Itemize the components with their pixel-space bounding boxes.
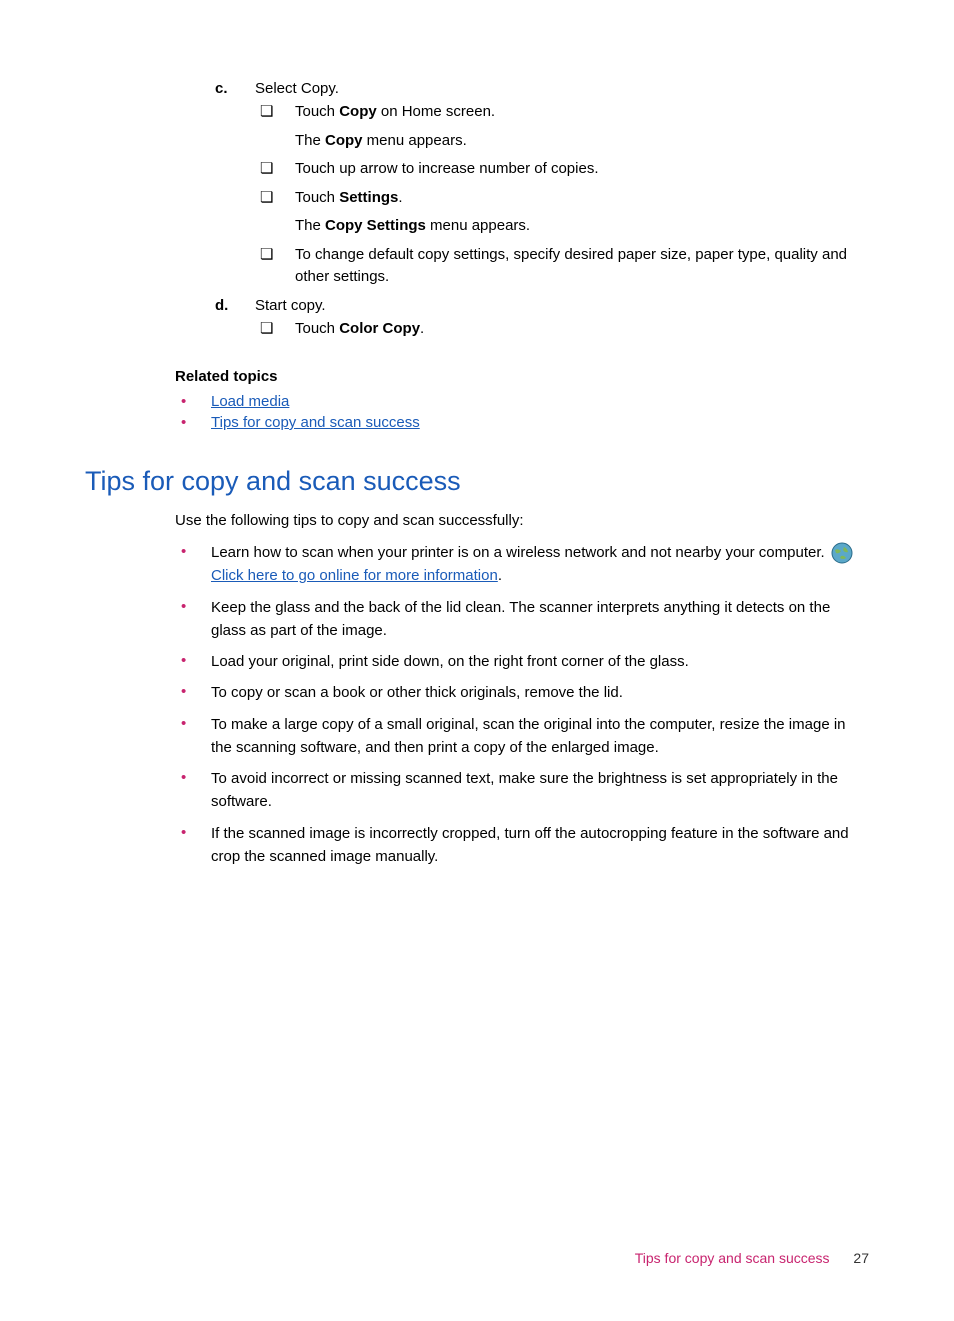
step-c-sub-2: The Copy Settings menu appears. [295,215,869,238]
related-link-load-media[interactable]: Load media [211,393,289,410]
page-number: 27 [853,1250,869,1266]
tip-text: Keep the glass and the back of the lid c… [211,596,869,643]
bullet-icon: • [181,822,211,845]
step-letter: c. [215,80,255,97]
tip-text: Learn how to scan when your printer is o… [211,541,869,588]
tip-text: To copy or scan a book or other thick or… [211,681,623,704]
step-d-item-1: ❏ Touch Color Copy. [260,318,869,341]
tip-text: Load your original, print side down, on … [211,650,689,673]
bullet-icon: • [181,596,211,619]
section-intro: Use the following tips to copy and scan … [175,512,869,529]
step-c-item-3: ❏ Touch Settings. [260,187,869,210]
bullet-icon: • [181,713,211,736]
tip-item-6: • To avoid incorrect or missing scanned … [181,767,869,814]
checkbox-icon: ❏ [260,318,295,339]
step-text: Start copy. [255,297,326,314]
step-c-item-4: ❏ To change default copy settings, speci… [260,244,869,289]
step-d-header: d. Start copy. [215,297,869,314]
tip-item-4: • To copy or scan a book or other thick … [181,681,869,704]
tip-item-5: • To make a large copy of a small origin… [181,713,869,760]
related-item-2: • Tips for copy and scan success [181,414,869,431]
globe-icon [831,542,853,564]
tip-text: To avoid incorrect or missing scanned te… [211,767,869,814]
step-c-item-1: ❏ Touch Copy on Home screen. [260,101,869,124]
step-text: Select Copy. [255,80,339,97]
checkbox-text: Touch Settings. [295,187,403,210]
page-footer: Tips for copy and scan success 27 [635,1250,869,1266]
bullet-icon: • [181,414,211,431]
bullet-icon: • [181,650,211,673]
step-letter: d. [215,297,255,314]
checkbox-icon: ❏ [260,244,295,265]
step-c-item-2: ❏ Touch up arrow to increase number of c… [260,158,869,181]
checkbox-text: Touch Copy on Home screen. [295,101,495,124]
related-link-tips[interactable]: Tips for copy and scan success [211,414,420,431]
checkbox-text: To change default copy settings, specify… [295,244,855,289]
checkbox-icon: ❏ [260,158,295,179]
bullet-icon: • [181,681,211,704]
checkbox-icon: ❏ [260,187,295,208]
tip-item-7: • If the scanned image is incorrectly cr… [181,822,869,869]
tip-text: To make a large copy of a small original… [211,713,869,760]
section-title: Tips for copy and scan success [85,466,869,497]
checkbox-text: Touch up arrow to increase number of cop… [295,158,599,181]
online-info-link[interactable]: Click here to go online for more informa… [211,567,498,584]
checkbox-text: Touch Color Copy. [295,318,424,341]
related-item-1: • Load media [181,393,869,410]
tip-text: If the scanned image is incorrectly crop… [211,822,869,869]
tip-pre-text: Learn how to scan when your printer is o… [211,544,829,561]
related-heading: Related topics [175,368,869,385]
tip-item-3: • Load your original, print side down, o… [181,650,869,673]
tip-item-1: • Learn how to scan when your printer is… [181,541,869,588]
footer-title: Tips for copy and scan success [635,1250,830,1266]
tip-post-text: . [498,567,502,584]
checkbox-icon: ❏ [260,101,295,122]
bullet-icon: • [181,393,211,410]
step-c-header: c. Select Copy. [215,80,869,97]
tip-item-2: • Keep the glass and the back of the lid… [181,596,869,643]
bullet-icon: • [181,541,211,564]
bullet-icon: • [181,767,211,790]
step-c-sub-1: The Copy menu appears. [295,130,869,153]
